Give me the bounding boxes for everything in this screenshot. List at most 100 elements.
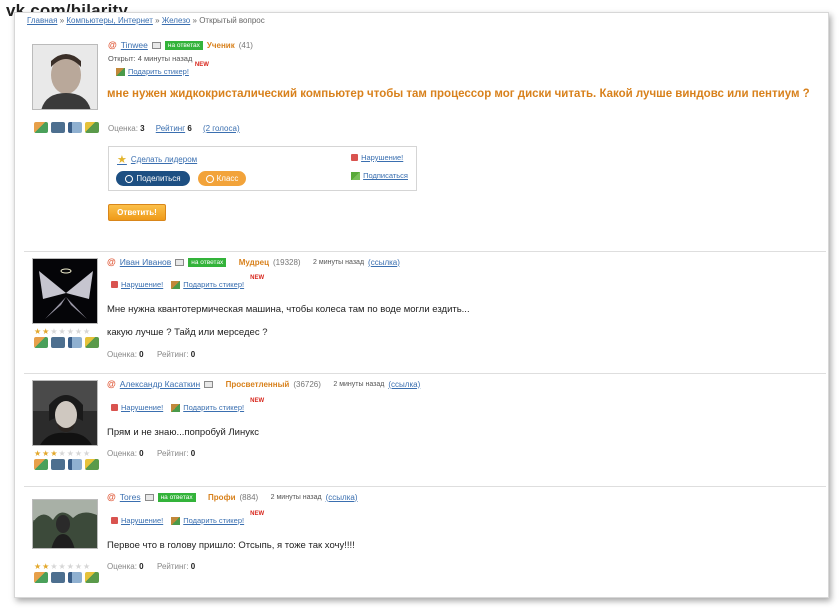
answer-time: 2 минуты назад — [270, 493, 322, 501]
friends-icon[interactable] — [34, 459, 48, 470]
gift-icon — [116, 67, 125, 76]
question-side-links: Нарушение! Подписаться — [351, 153, 408, 180]
online-badge: на ответах — [188, 257, 227, 267]
warning-icon — [351, 154, 359, 161]
answer-time: 2 минуты назад — [313, 258, 365, 266]
author-link[interactable]: Александр Касаткин — [120, 379, 200, 389]
warning-icon — [111, 281, 118, 288]
permalink[interactable]: (ссылка) — [326, 493, 358, 502]
mail-icon[interactable] — [144, 493, 154, 501]
ok-icon — [205, 174, 214, 183]
new-badge: NEW — [194, 62, 209, 68]
score-value: 0 — [139, 562, 144, 571]
violation-link[interactable]: Нарушение! — [111, 280, 163, 289]
mail-icon[interactable] — [151, 41, 161, 49]
gift-sticker-link[interactable]: Подарить стикер! — [171, 516, 244, 525]
gift-sticker-link[interactable]: Подарить стикер! — [116, 67, 189, 76]
author-link[interactable]: Иван Иванов — [120, 257, 172, 267]
share-box: ★ Сделать лидером Поделиться Класс Наруш… — [108, 146, 417, 191]
breadcrumb: Главная » Компьютеры, Интернет » Железо … — [27, 16, 265, 25]
online-badge: на ответах — [157, 492, 196, 502]
user-icons — [34, 337, 99, 348]
rating-stars: ★ ★ ★ ★ ★ ★ ★ — [34, 449, 91, 458]
class-button[interactable]: Класс — [198, 171, 246, 186]
blog-icon[interactable] — [85, 572, 99, 583]
friends-icon[interactable] — [34, 122, 48, 133]
user-icons — [34, 122, 99, 133]
avatar[interactable] — [32, 258, 98, 324]
breadcrumb-subcategory[interactable]: Железо — [162, 16, 190, 25]
warning-icon — [111, 517, 118, 524]
gift-icon — [171, 403, 181, 412]
answer-time: 2 минуты назад — [333, 380, 385, 388]
violation-link[interactable]: Нарушение! — [111, 516, 163, 525]
share-button[interactable]: Поделиться — [116, 171, 190, 186]
at-icon: @ — [107, 379, 116, 389]
online-badge: на ответах — [164, 40, 203, 50]
breadcrumb-home[interactable]: Главная — [27, 16, 57, 25]
video-icon[interactable] — [68, 459, 82, 470]
gift-icon — [171, 516, 181, 525]
answer-button[interactable]: Ответить! — [108, 204, 166, 221]
blog-icon[interactable] — [85, 459, 99, 470]
user-points: (41) — [238, 40, 253, 50]
photo-icon[interactable] — [51, 572, 65, 583]
score-value: 0 — [139, 350, 144, 359]
video-icon[interactable] — [68, 572, 82, 583]
new-badge: NEW — [250, 398, 265, 404]
answer-score: Оценка: 0 Рейтинг: 0 — [107, 350, 196, 359]
subscribe-icon — [351, 171, 361, 180]
violation-link[interactable]: Нарушение! — [351, 153, 408, 162]
rating-value: 0 — [190, 562, 196, 571]
warning-icon — [111, 404, 118, 411]
video-icon[interactable] — [68, 122, 82, 133]
answer-text: Первое что в голову пришло: Отсыпь, я то… — [107, 540, 355, 551]
user-rank: Ученик — [206, 40, 235, 50]
avatar[interactable] — [32, 44, 98, 110]
answer-item: ★ ★ ★ ★ ★ ★ ★ @ Александр Касаткин Просветленн… — [24, 374, 826, 487]
user-points: (36726) — [293, 379, 321, 389]
answer-meta: @ Александр Касаткин Просветленный (3672… — [107, 379, 420, 389]
mail-icon[interactable] — [175, 258, 185, 266]
subscribe-link[interactable]: Подписаться — [351, 171, 408, 180]
question-block: @ Tinwee на ответах Ученик (41) Открыт: … — [24, 32, 826, 252]
rating-value: 6 — [187, 124, 192, 133]
gift-sticker-link[interactable]: Подарить стикер! — [171, 280, 244, 289]
answer-actions: Нарушение! Подарить стикер! NEW — [111, 511, 264, 525]
star-icon: ★ — [117, 154, 127, 166]
answer-item: ★ ★ ★ ★ ★ ★ ★ @ Tores на ответах Профи (884) 2… — [24, 487, 826, 591]
photo-icon[interactable] — [51, 122, 65, 133]
votes-link[interactable]: (2 голоса) — [203, 124, 240, 133]
breadcrumb-category[interactable]: Компьютеры, Интернет — [66, 16, 153, 25]
answer-text-line2: какую лучше ? Тайд или мерседес ? — [107, 327, 268, 338]
avatar[interactable] — [32, 380, 98, 446]
permalink[interactable]: (ссылка) — [388, 380, 420, 389]
mail-icon[interactable] — [204, 380, 214, 388]
opened-time: Открыт: 4 минуты назад — [108, 54, 193, 63]
video-icon[interactable] — [68, 337, 82, 348]
friends-icon[interactable] — [34, 337, 48, 348]
avatar[interactable] — [32, 499, 98, 549]
make-leader-link[interactable]: ★ Сделать лидером — [117, 153, 197, 166]
user-icons — [34, 572, 99, 583]
question-meta: @ Tinwee на ответах Ученик (41) — [108, 40, 253, 50]
question-actions: Подарить стикер! NEW — [116, 62, 209, 76]
author-link[interactable]: Tores — [120, 492, 141, 502]
answer-text: Прям и не знаю...попробуй Линукс — [107, 427, 259, 438]
new-badge: NEW — [250, 275, 265, 281]
author-link[interactable]: Tinwee — [121, 40, 148, 50]
user-points: (884) — [239, 492, 259, 502]
rating-link[interactable]: Рейтинг — [156, 124, 185, 133]
photo-icon[interactable] — [51, 337, 65, 348]
photo-icon[interactable] — [51, 459, 65, 470]
permalink[interactable]: (ссылка) — [368, 258, 400, 267]
answer-score: Оценка: 0 Рейтинг: 0 — [107, 449, 196, 458]
gift-sticker-link[interactable]: Подарить стикер! — [171, 403, 244, 412]
answer-text: Мне нужна квантотермическая машина, чтоб… — [107, 304, 470, 315]
answer-meta: @ Иван Иванов на ответах Мудрец (19328) … — [107, 257, 400, 267]
friends-icon[interactable] — [34, 572, 48, 583]
blog-icon[interactable] — [85, 337, 99, 348]
answer-item: ★ ★ ★ ★ ★ ★ ★ @ Иван Иванов на ответах Мудрец … — [24, 252, 826, 374]
violation-link[interactable]: Нарушение! — [111, 403, 163, 412]
blog-icon[interactable] — [85, 122, 99, 133]
